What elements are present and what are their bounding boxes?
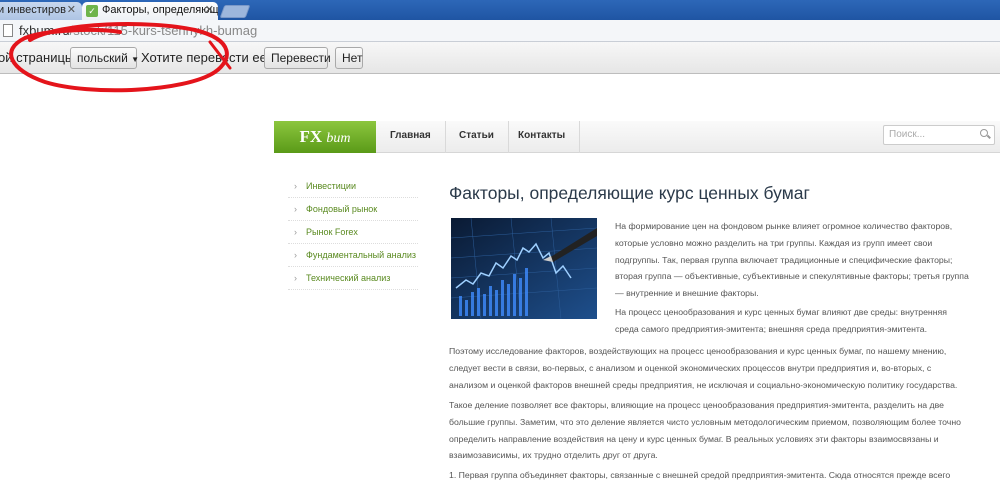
- site-logo[interactable]: FX bum: [274, 121, 376, 153]
- logo-bum: bum: [326, 131, 351, 146]
- search-icon[interactable]: [980, 129, 988, 137]
- p3-line: анализом и оценкой факторов внешней сред…: [449, 379, 958, 390]
- article: Факторы, определяющие курс ценных бумаг: [449, 180, 989, 220]
- p1-line: — внутренние и внешние факторы.: [615, 288, 759, 299]
- page-icon: [3, 24, 13, 37]
- language-label: польский: [77, 51, 128, 65]
- translate-bar: ой страницы польский ▼ Хотите перевести …: [0, 42, 1000, 74]
- sidebar-menu: Инвестиции Фондовый рынок Рынок Forex Фу…: [288, 175, 418, 290]
- article-title: Факторы, определяющие курс ценных бумаг: [449, 183, 810, 203]
- p3-line: следует вести в связи, во-первых, с анал…: [449, 362, 932, 373]
- p4-line: большие группы. Заметим, что это деление…: [449, 416, 961, 427]
- logo-fx: FX: [299, 127, 323, 146]
- sidebar-item-investments[interactable]: Инвестиции: [288, 175, 418, 198]
- tab-investments[interactable]: и инвестиров ✕: [0, 2, 82, 20]
- paragraph-5: 1. Первая группа объединяет факторы, свя…: [449, 467, 950, 484]
- p4-line: взаимозависимы, их трудно отделить друг …: [449, 450, 658, 461]
- p4-line: определить направление воздействия на це…: [449, 433, 939, 444]
- tab-title: и инвестиров: [0, 4, 67, 16]
- search-input[interactable]: Поиск...: [883, 125, 995, 145]
- nav-articles[interactable]: Статьи: [445, 121, 509, 153]
- paragraph-4: Такое деление позволяет все факторы, вли…: [449, 397, 961, 464]
- new-tab-button[interactable]: [219, 5, 251, 18]
- language-select[interactable]: польский ▼: [70, 47, 140, 69]
- tab-title: Факторы, определяющие: [102, 4, 218, 16]
- tab-factors[interactable]: ✓ Факторы, определяющие ✕: [82, 2, 218, 20]
- translate-question: Хотите перевести ее?: [141, 50, 275, 65]
- p1-line: На формирование цен на фондовом рынке вл…: [615, 221, 953, 231]
- nav-home[interactable]: Главная: [376, 121, 446, 153]
- article-image: [451, 218, 597, 319]
- translate-prefix: ой страницы: [0, 50, 75, 65]
- p2-line: На процесс ценообразования и курс ценных…: [615, 307, 947, 317]
- p2-line: среда самого предприятия-эмитента; внешн…: [615, 323, 928, 334]
- p5-line: 1. Первая группа объединяет факторы, свя…: [449, 470, 951, 480]
- translate-button[interactable]: Перевести: [264, 47, 331, 69]
- tab-strip: и инвестиров ✕ ✓ Факторы, определяющие ✕: [0, 0, 1000, 20]
- favicon-icon: ✓: [86, 5, 98, 17]
- nav-contacts[interactable]: Контакты: [504, 121, 581, 153]
- p4-line: Такое деление позволяет все факторы, вли…: [449, 400, 944, 410]
- url-path: /stock/115-kurs-tsennykh-bumag: [69, 23, 258, 38]
- sidebar-item-fundamental[interactable]: Фундаментальный анализ: [288, 244, 418, 267]
- p1-line: подгруппы. Так, первая группа включает т…: [615, 254, 953, 265]
- sidebar-item-forex[interactable]: Рынок Forex: [288, 221, 418, 244]
- url-host: fxbum.ru: [19, 23, 70, 38]
- no-button[interactable]: Нет: [335, 47, 363, 69]
- p3-line: Поэтому исследование факторов, воздейств…: [449, 346, 947, 356]
- paragraph-2: На процесс ценообразования и курс ценных…: [615, 304, 947, 338]
- search-placeholder: Поиск...: [889, 129, 926, 140]
- paragraph-3: Поэтому исследование факторов, воздейств…: [449, 343, 957, 393]
- p1-line: которые условно можно разделить на три г…: [615, 237, 933, 248]
- sidebar-item-technical[interactable]: Технический анализ: [288, 267, 418, 290]
- close-icon[interactable]: ✕: [67, 2, 76, 19]
- p1-line: вторая группа — объективные, субъективны…: [615, 271, 969, 282]
- chevron-down-icon: ▼: [131, 55, 140, 64]
- sidebar-item-stock-market[interactable]: Фондовый рынок: [288, 198, 418, 221]
- close-icon[interactable]: ✕: [205, 2, 214, 19]
- url-text[interactable]: fxbum.ru/stock/115-kurs-tsennykh-bumag: [19, 23, 257, 38]
- stock-chart-illustration: [451, 218, 597, 319]
- address-bar[interactable]: fxbum.ru/stock/115-kurs-tsennykh-bumag: [0, 20, 1000, 42]
- paragraph-1: На формирование цен на фондовом рынке вл…: [615, 218, 969, 302]
